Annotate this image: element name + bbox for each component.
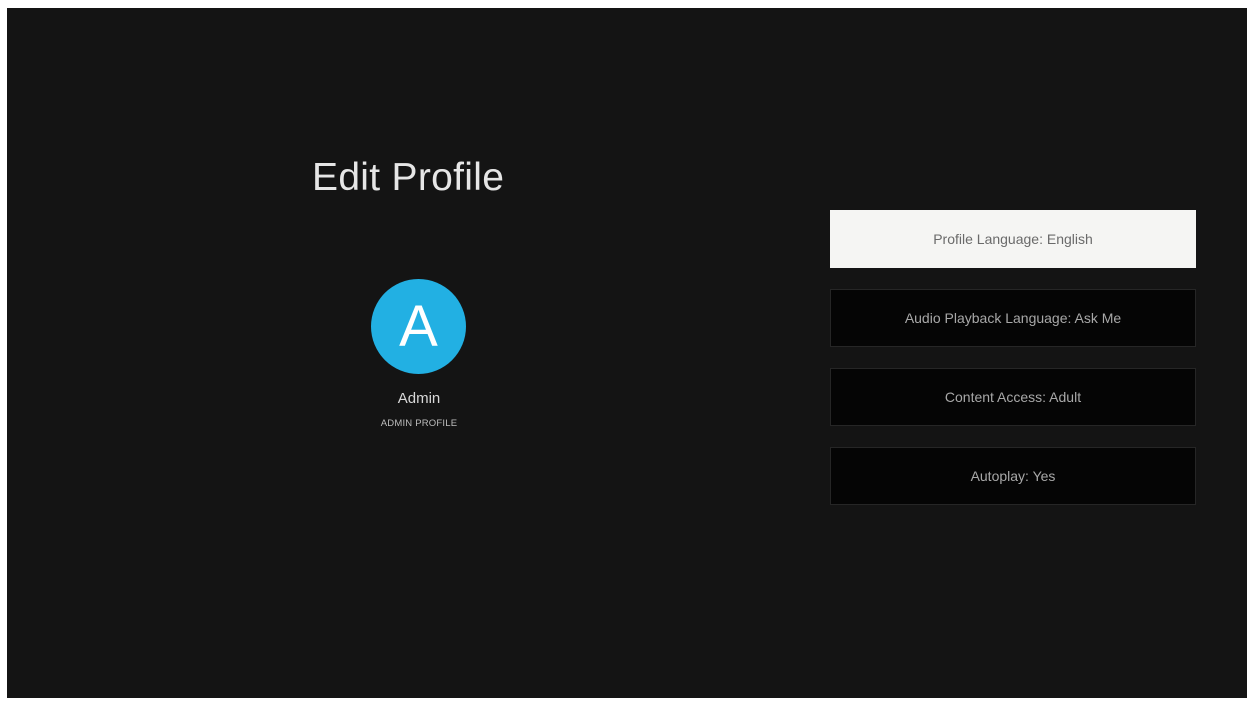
autoplay-button[interactable]: Autoplay: Yes xyxy=(830,447,1196,505)
content-access-button[interactable]: Content Access: Adult xyxy=(830,368,1196,426)
avatar[interactable]: A xyxy=(371,279,466,374)
avatar-letter: A xyxy=(399,294,438,359)
edit-profile-screen: Edit Profile A Admin ADMIN PROFILE Profi… xyxy=(7,8,1247,698)
page-title: Edit Profile xyxy=(312,156,505,199)
profile-settings-list: Profile Language: English Audio Playback… xyxy=(830,210,1196,526)
audio-playback-language-button[interactable]: Audio Playback Language: Ask Me xyxy=(830,289,1196,347)
profile-name: Admin xyxy=(397,390,441,407)
profile-language-button[interactable]: Profile Language: English xyxy=(830,210,1196,268)
profile-role: ADMIN PROFILE xyxy=(380,418,458,429)
